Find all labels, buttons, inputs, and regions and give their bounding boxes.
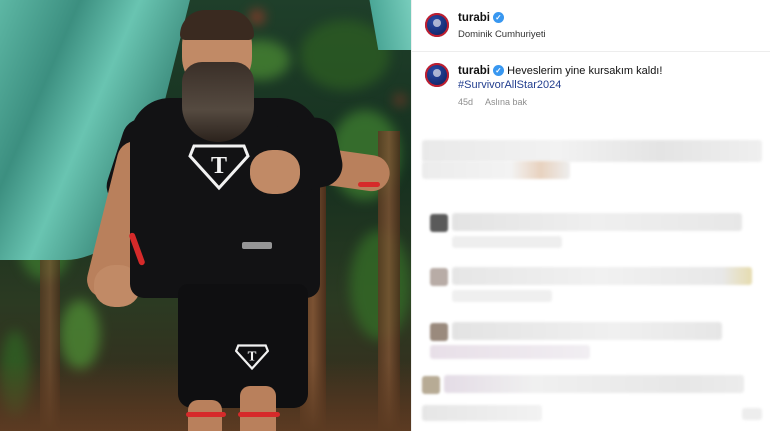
wrist-band — [358, 182, 380, 187]
shirt-print — [242, 242, 272, 249]
caption-text: Heveslerim yine kursakım kaldı! — [507, 65, 663, 77]
hashtag-link[interactable]: #SurvivorAllStar2024 — [458, 79, 561, 91]
athlete-figure: T T — [83, 10, 392, 431]
leg — [240, 386, 276, 431]
svg-text:T: T — [248, 348, 257, 363]
blurred-comment — [452, 236, 562, 248]
blurred-avatar — [430, 268, 448, 286]
blurred-comment — [452, 213, 742, 231]
see-translation-link[interactable]: Aslına bak — [485, 97, 527, 107]
avatar-icon[interactable] — [425, 63, 449, 87]
post-photo[interactable]: T T — [0, 0, 411, 431]
post-age: 45d — [458, 97, 474, 107]
post-side-panel: turabi ✓ Dominik Cumhuriyeti turabi ✓ Heve… — [411, 0, 770, 431]
blurred-comment — [430, 345, 590, 359]
blurred-avatar — [430, 323, 448, 341]
shorts-emblem-icon: T — [235, 344, 269, 371]
verified-badge-icon: ✓ — [492, 65, 504, 77]
beard — [182, 62, 254, 142]
location-link[interactable]: Dominik Cumhuriyeti — [458, 29, 546, 40]
header-username-row[interactable]: turabi ✓ — [458, 12, 504, 24]
hair — [180, 10, 254, 40]
blurred-comment — [422, 140, 762, 162]
flower-blur — [395, 95, 405, 105]
blurred-comment — [452, 290, 552, 302]
ankle-band — [238, 412, 280, 417]
blurred-comment — [742, 408, 762, 420]
svg-text:T: T — [211, 153, 227, 179]
blurred-comment — [422, 405, 542, 421]
caption-meta: 45d Aslına bak — [458, 97, 539, 107]
divider — [412, 51, 770, 52]
shirt-emblem-icon: T — [188, 144, 250, 191]
blurred-comment — [452, 322, 722, 340]
caption-username[interactable]: turabi — [458, 65, 490, 77]
blurred-avatar — [430, 214, 448, 232]
blurred-avatar — [422, 376, 440, 394]
avatar-icon[interactable] — [425, 13, 449, 37]
blurred-comment — [444, 375, 744, 393]
blurred-comment — [422, 161, 570, 179]
hand — [250, 150, 300, 194]
caption-row: turabi ✓ Heveslerim yine kursakım kaldı! — [458, 65, 662, 77]
verified-badge-icon: ✓ — [492, 12, 504, 24]
blurred-comment — [452, 267, 752, 285]
header-username[interactable]: turabi — [458, 12, 490, 24]
ankle-band — [186, 412, 226, 417]
